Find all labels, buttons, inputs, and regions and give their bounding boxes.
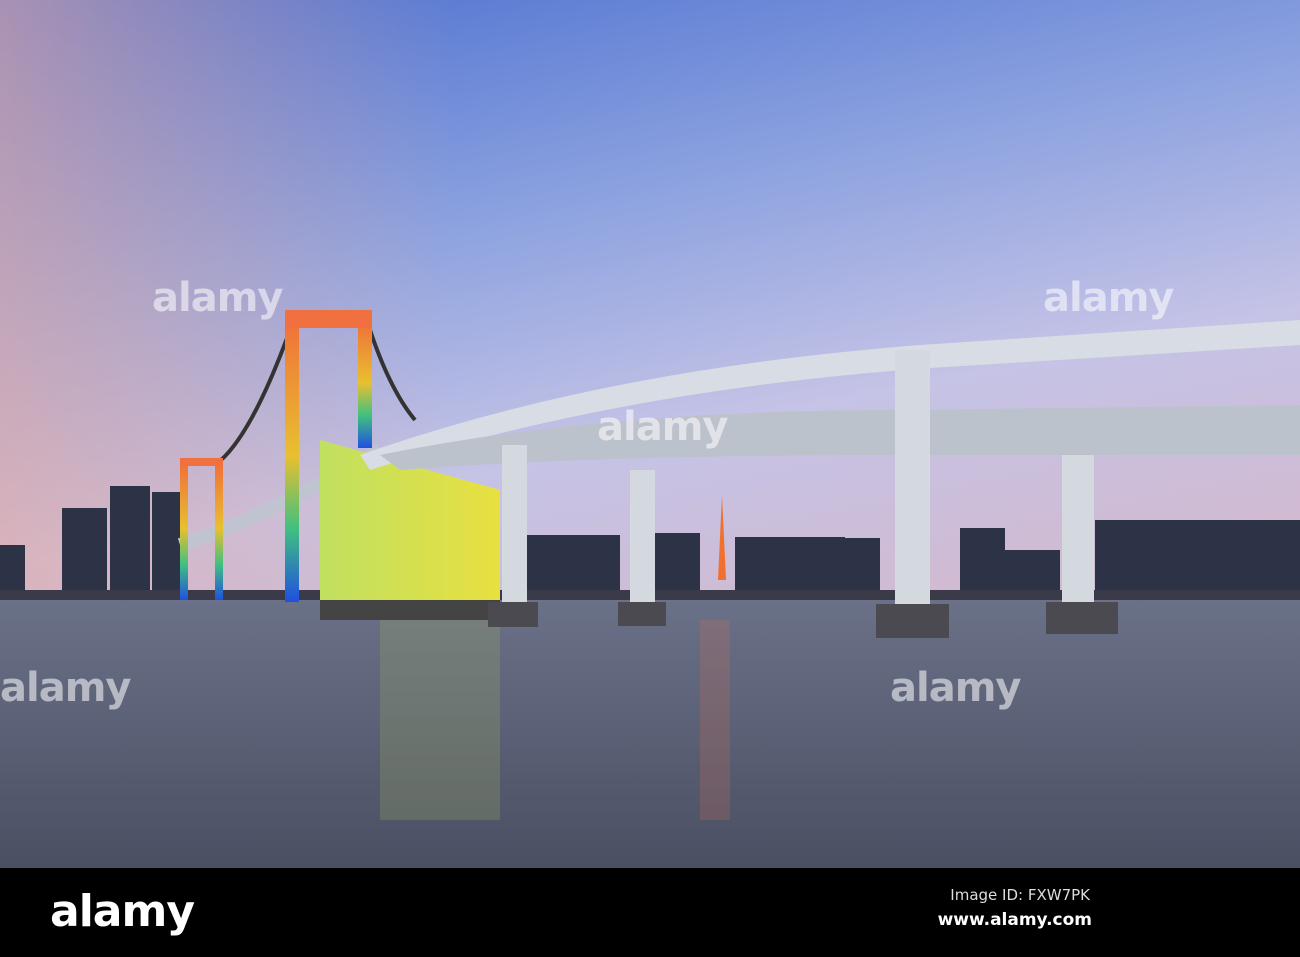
watermark-text: alamy — [597, 404, 728, 450]
watermark-text: alamy — [1043, 275, 1174, 321]
watermark-text: alamy — [0, 665, 131, 711]
watermark-text: alamy — [152, 275, 283, 321]
footer-bar: alamy Image ID: FXW7PK www.alamy.com — [0, 868, 1300, 957]
watermark-text: alamy — [890, 665, 1021, 711]
photo-rainbow-bridge-tokyo: alamy alamy alamy alamy alamy alamy Imag… — [0, 0, 1300, 957]
website-url: www.alamy.com — [937, 910, 1092, 930]
image-id: Image ID: FXW7PK — [950, 886, 1090, 904]
alamy-logo: alamy — [50, 886, 195, 937]
